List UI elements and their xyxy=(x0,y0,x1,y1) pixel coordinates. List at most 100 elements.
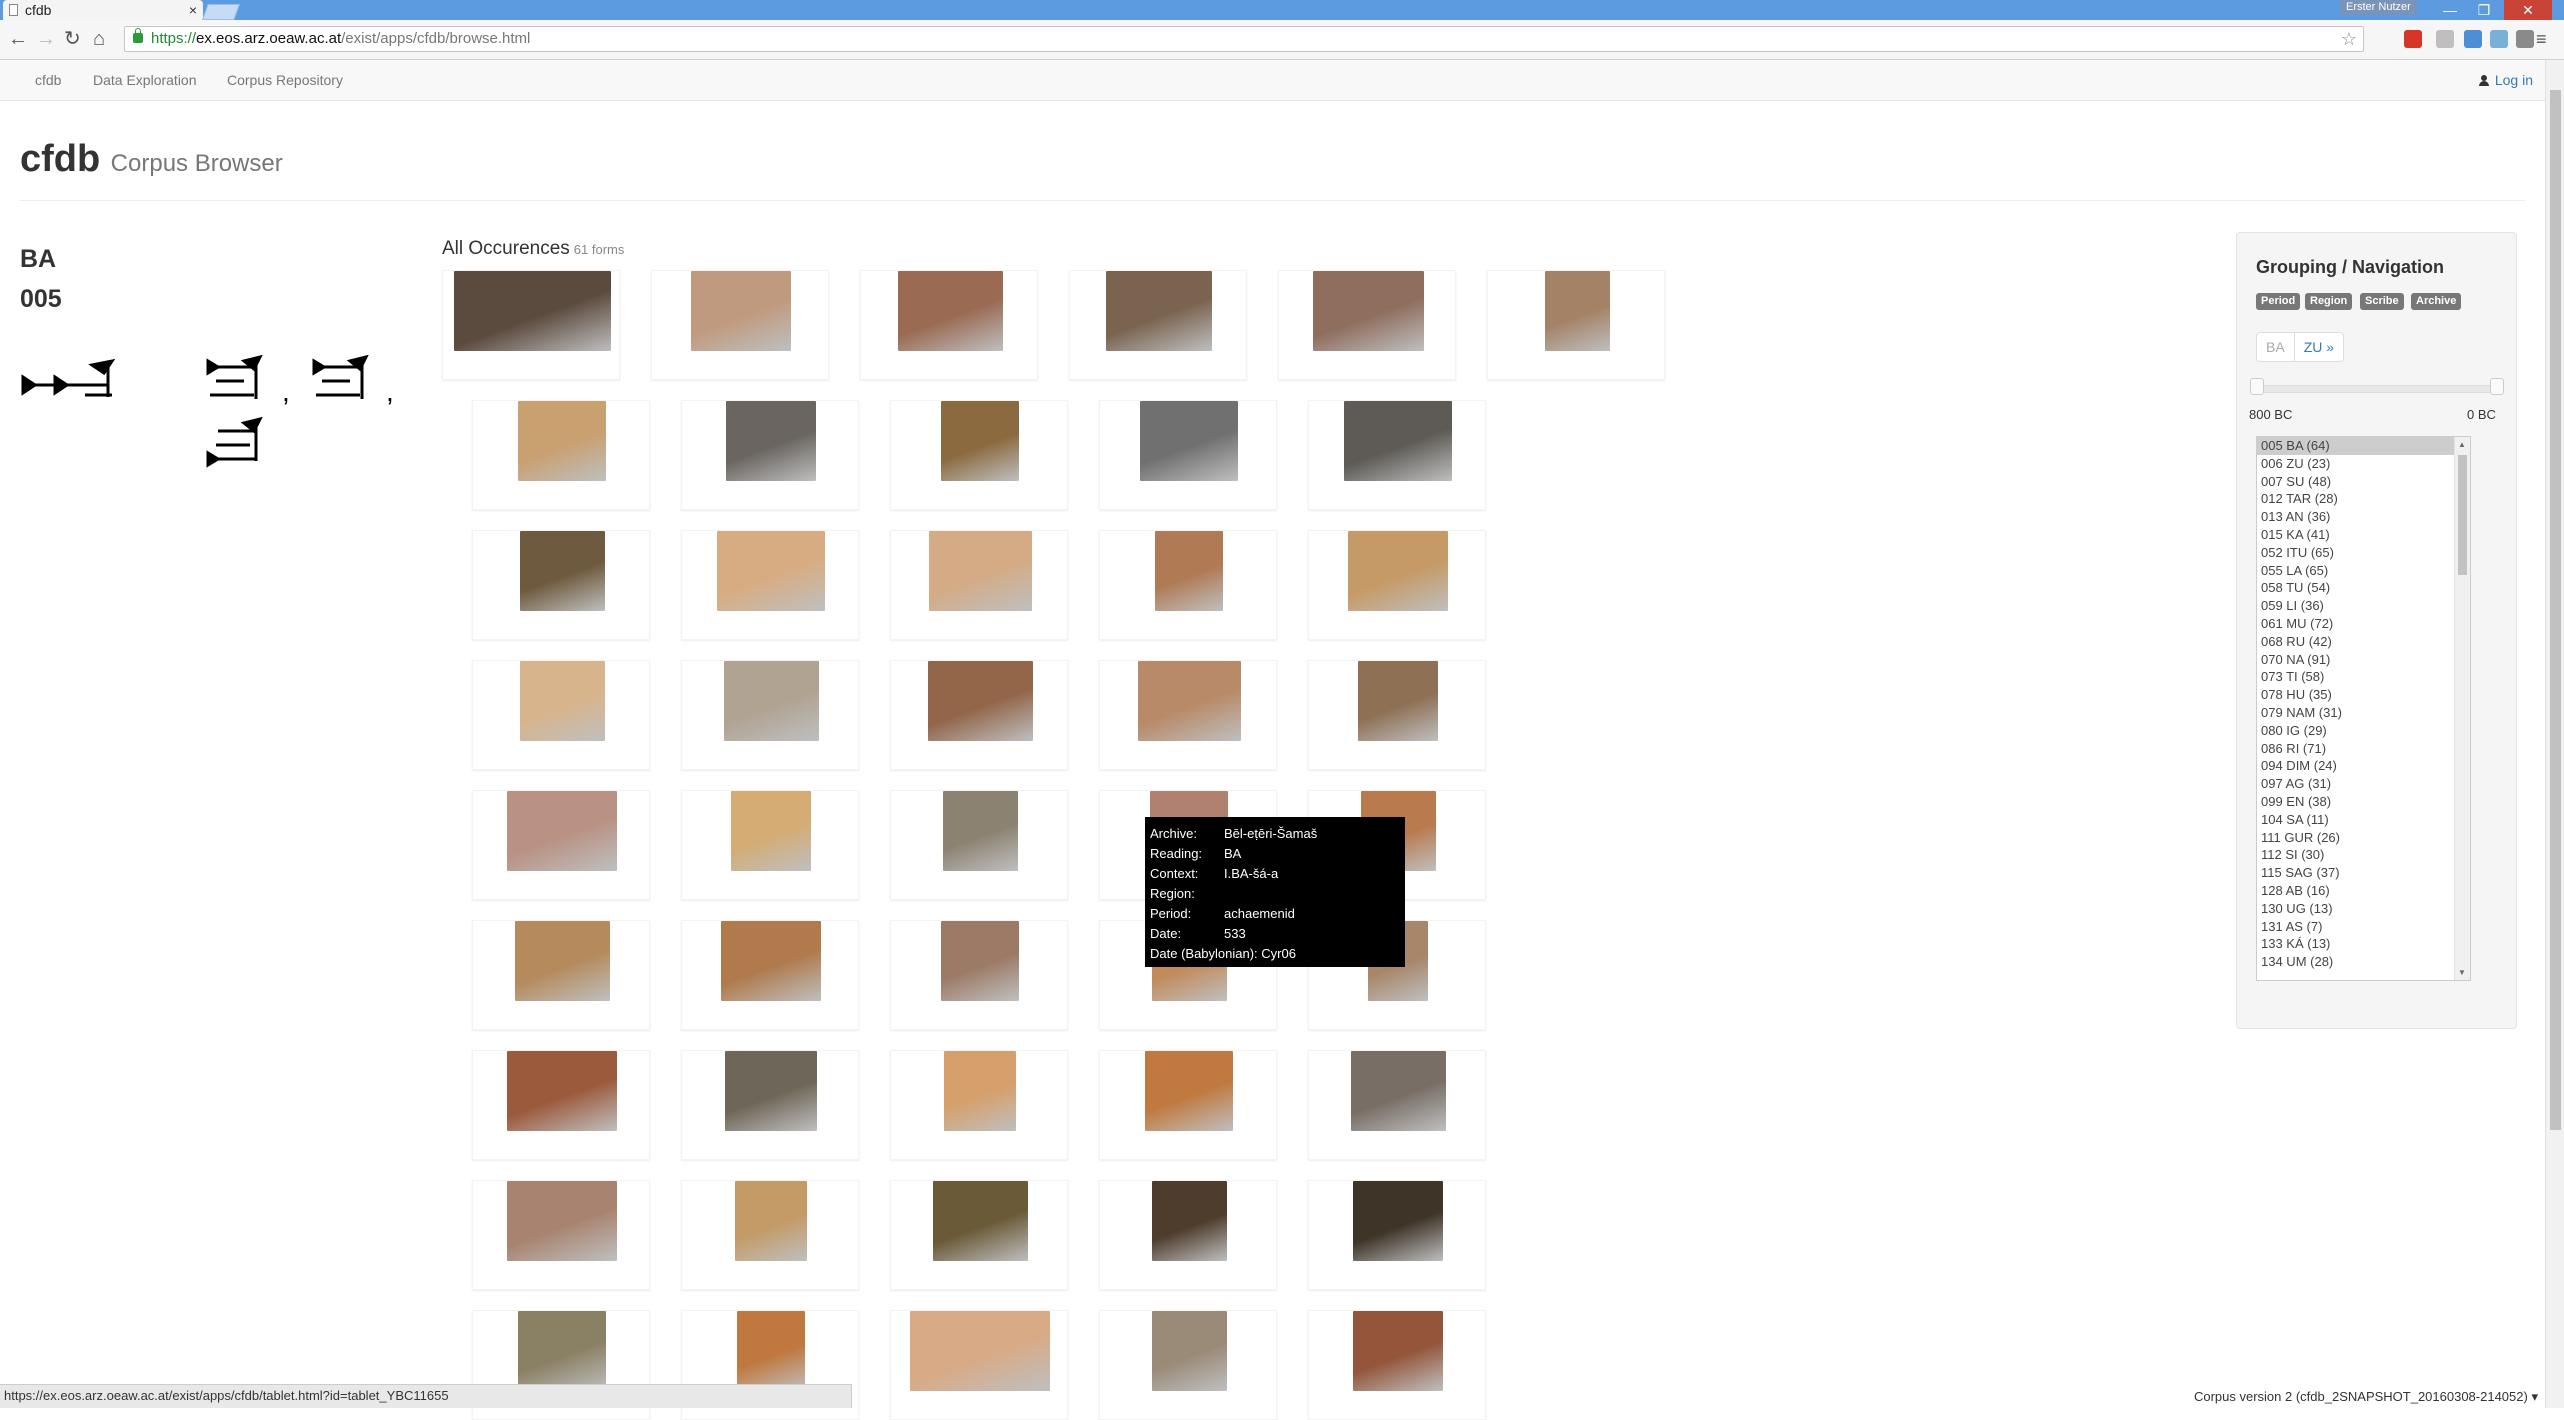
occurrence-thumbnail-card[interactable] xyxy=(1308,530,1486,640)
occurrence-thumbnail-card[interactable] xyxy=(681,920,859,1030)
occurrence-thumbnail-card[interactable] xyxy=(1099,1180,1277,1290)
occurrence-image[interactable] xyxy=(724,661,819,741)
sign-option[interactable]: 058 TU (54) xyxy=(2257,579,2470,597)
sign-option[interactable]: 080 IG (29) xyxy=(2257,722,2470,740)
occurrence-image[interactable] xyxy=(1545,271,1610,351)
occurrence-thumbnail-card[interactable] xyxy=(890,790,1068,900)
sign-option[interactable]: 006 ZU (23) xyxy=(2257,455,2470,473)
occurrence-image[interactable] xyxy=(1145,1051,1233,1131)
sign-option[interactable]: 112 SI (30) xyxy=(2257,846,2470,864)
sign-option[interactable]: 073 TI (58) xyxy=(2257,668,2470,686)
sign-option[interactable]: 055 LA (65) xyxy=(2257,562,2470,580)
nav-corpus-repository[interactable]: Corpus Repository xyxy=(227,60,343,100)
close-window-icon[interactable]: ✕ xyxy=(2504,0,2552,20)
address-bar[interactable]: https://ex.eos.arz.oeaw.ac.at/exist/apps… xyxy=(124,26,2364,52)
page-scroll-thumb[interactable] xyxy=(2550,90,2561,1130)
group-by-region-label[interactable]: Region xyxy=(2305,293,2353,310)
occurrence-image[interactable] xyxy=(691,271,791,351)
occurrence-image[interactable] xyxy=(941,921,1019,1001)
sign-option[interactable]: 061 MU (72) xyxy=(2257,615,2470,633)
sign-option[interactable]: 094 DIM (24) xyxy=(2257,757,2470,775)
sign-option[interactable]: 013 AN (36) xyxy=(2257,508,2470,526)
occurrence-image[interactable] xyxy=(1138,661,1241,741)
occurrence-image[interactable] xyxy=(928,661,1033,741)
occurrence-image[interactable] xyxy=(1344,401,1452,481)
occurrence-thumbnail-card[interactable] xyxy=(472,790,650,900)
occurrence-image[interactable] xyxy=(454,271,611,351)
occurrence-image[interactable] xyxy=(507,1051,617,1131)
window-user-badge[interactable]: Erster Nutzer xyxy=(2340,0,2417,15)
sign-option[interactable]: 131 AS (7) xyxy=(2257,918,2470,936)
occurrence-thumbnail-card[interactable] xyxy=(1308,660,1486,770)
occurrence-thumbnail-card[interactable] xyxy=(1487,270,1665,380)
occurrence-thumbnail-card[interactable] xyxy=(1308,1180,1486,1290)
sign-option[interactable]: 079 NAM (31) xyxy=(2257,704,2470,722)
home-icon[interactable]: ⌂ xyxy=(93,28,105,50)
occurrence-thumbnail-card[interactable] xyxy=(1099,1310,1277,1420)
occurrence-thumbnail-card[interactable] xyxy=(681,790,859,900)
occurrence-thumbnail-card[interactable] xyxy=(890,660,1068,770)
occurrence-thumbnail-card[interactable] xyxy=(681,1050,859,1160)
sign-option[interactable]: 099 EN (38) xyxy=(2257,793,2470,811)
occurrence-image[interactable] xyxy=(1348,531,1448,611)
browser-menu-icon[interactable]: ≡ xyxy=(2536,28,2547,50)
sign-option[interactable]: 097 AG (31) xyxy=(2257,775,2470,793)
sign-option[interactable]: 078 HU (35) xyxy=(2257,686,2470,704)
browser-tab[interactable]: cfdb × xyxy=(3,0,203,20)
occurrence-image[interactable] xyxy=(515,921,610,1001)
new-tab-button[interactable] xyxy=(202,4,240,20)
sign-option[interactable]: 059 LI (36) xyxy=(2257,597,2470,615)
list-scrollbar[interactable]: ▲ ▼ xyxy=(2454,437,2470,980)
occurrence-image[interactable] xyxy=(520,531,605,611)
sign-option[interactable]: 128 AB (16) xyxy=(2257,882,2470,900)
occurrence-image[interactable] xyxy=(1140,401,1238,481)
occurrence-thumbnail-card[interactable] xyxy=(890,1050,1068,1160)
occurrence-image[interactable] xyxy=(1351,1051,1446,1131)
occurrence-thumbnail-card[interactable] xyxy=(890,1180,1068,1290)
occurrence-image[interactable] xyxy=(898,271,1003,351)
sign-option[interactable]: 005 BA (64) xyxy=(2257,437,2470,455)
scroll-down-icon[interactable]: ▼ xyxy=(2458,968,2466,977)
sign-option[interactable]: 012 TAR (28) xyxy=(2257,490,2470,508)
occurrence-thumbnail-card[interactable] xyxy=(1308,1050,1486,1160)
occurrence-image[interactable] xyxy=(1313,271,1424,351)
sign-option[interactable]: 115 SAG (37) xyxy=(2257,864,2470,882)
occurrence-thumbnail-card[interactable] xyxy=(472,400,650,510)
sign-option[interactable]: 133 KÁ (13) xyxy=(2257,935,2470,953)
back-icon[interactable]: ← xyxy=(8,28,28,50)
sign-option[interactable]: 086 RI (71) xyxy=(2257,740,2470,758)
occurrence-thumbnail-card[interactable] xyxy=(651,270,829,380)
sign-option[interactable]: 111 GUR (26) xyxy=(2257,829,2470,847)
nav-data-exploration[interactable]: Data Exploration xyxy=(93,60,197,100)
tab-close-icon[interactable]: × xyxy=(189,0,197,20)
date-range-slider[interactable] xyxy=(2257,385,2497,393)
occurrence-image[interactable] xyxy=(941,401,1019,481)
scroll-up-icon[interactable]: ▲ xyxy=(2458,440,2466,449)
group-by-archive-label[interactable]: Archive xyxy=(2411,293,2462,310)
occurrence-image[interactable] xyxy=(944,1051,1016,1131)
extension-grey-icon[interactable] xyxy=(2516,30,2534,48)
occurrence-image[interactable] xyxy=(520,661,605,741)
minimize-icon[interactable]: — xyxy=(2433,0,2467,20)
occurrence-image[interactable] xyxy=(725,1051,817,1131)
occurrence-thumbnail-card[interactable] xyxy=(472,1180,650,1290)
occurrence-thumbnail-card[interactable] xyxy=(890,400,1068,510)
extension-skype-icon[interactable] xyxy=(2490,30,2508,48)
slider-handle-min[interactable] xyxy=(2250,378,2264,395)
occurrence-image[interactable] xyxy=(910,1311,1050,1391)
occurrence-image[interactable] xyxy=(1152,1311,1227,1391)
occurrence-image[interactable] xyxy=(929,531,1032,611)
occurrence-image[interactable] xyxy=(726,401,816,481)
occurrence-image[interactable] xyxy=(1353,1311,1443,1391)
occurrence-thumbnail-card[interactable] xyxy=(1308,1310,1486,1420)
occurrence-thumbnail-card[interactable] xyxy=(890,920,1068,1030)
extension-blue-icon[interactable] xyxy=(2464,30,2482,48)
forward-icon[interactable]: → xyxy=(36,28,56,50)
occurrence-image[interactable] xyxy=(737,1311,805,1391)
sign-option[interactable]: 015 KA (41) xyxy=(2257,526,2470,544)
occurrence-thumbnail-card[interactable] xyxy=(472,920,650,1030)
occurrence-image[interactable] xyxy=(1353,1181,1443,1261)
sign-option[interactable]: 104 SA (11) xyxy=(2257,811,2470,829)
occurrence-image[interactable] xyxy=(1106,271,1212,351)
occurrence-thumbnail-card[interactable] xyxy=(472,660,650,770)
